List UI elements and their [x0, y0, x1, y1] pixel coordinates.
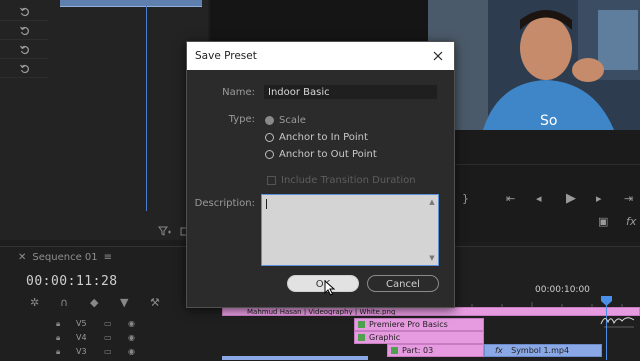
eye-icon[interactable]: ◉ [128, 319, 135, 328]
track-label: V4 [76, 333, 87, 342]
ok-button[interactable]: OK [287, 275, 359, 292]
reset-icon[interactable] [20, 45, 30, 55]
fx-badge-icon [358, 321, 365, 328]
text-caret [266, 199, 267, 209]
close-tab-icon[interactable]: ✕ [18, 252, 26, 263]
sync-icon[interactable]: ▭ [104, 347, 112, 356]
fx-icon: fx [495, 346, 503, 355]
radio-button[interactable] [265, 150, 274, 159]
reset-icon[interactable] [20, 7, 30, 17]
fx-icon[interactable]: fx [626, 215, 636, 228]
go-to-out-icon[interactable]: ⇥ [624, 192, 633, 205]
mark-out-icon[interactable]: } [462, 192, 469, 205]
reset-parameter-row[interactable] [0, 61, 48, 78]
radio-label: Scale [279, 115, 306, 126]
type-option-anchor-out[interactable]: Anchor to Out Point [265, 149, 377, 163]
textarea-scrollbar[interactable]: ▲ ▼ [428, 198, 436, 262]
timeline-clip[interactable]: Mahmud Hasan | Videography | White.png [222, 307, 640, 316]
save-preset-dialog: Save Preset Name: Indoor Basic Type: Sca… [186, 41, 455, 308]
reset-parameter-row[interactable] [0, 42, 48, 59]
dialog-title: Save Preset [195, 50, 257, 62]
lock-icon[interactable]: 🔒︎ [56, 319, 60, 329]
track-header-v5[interactable]: V5 🔒︎ ▭ ◉ [0, 318, 222, 332]
track-label: V5 [76, 319, 87, 328]
clip-label: Graphic [369, 333, 401, 342]
eye-icon[interactable]: ◉ [128, 347, 135, 356]
timeline-clip[interactable]: Graphic [354, 331, 484, 344]
step-back-icon[interactable]: ◂ [536, 192, 542, 205]
clip-label: Mahmud Hasan | Videography | White.png [247, 308, 396, 316]
reset-icon[interactable] [20, 26, 30, 36]
clip-label: Symbol 1.mp4 [511, 346, 570, 355]
timeline-clip-lower[interactable] [222, 356, 368, 360]
description-label: Description: [194, 198, 255, 209]
clip-label: Premiere Pro Basics [369, 320, 448, 329]
type-option-anchor-in[interactable]: Anchor to In Point [265, 132, 368, 146]
cancel-button[interactable]: Cancel [367, 275, 439, 292]
timeline-clip[interactable]: fx Symbol 1.mp4 [484, 344, 602, 357]
track-label: V3 [76, 347, 87, 356]
timeline-clip[interactable]: Part: 03 [387, 344, 484, 357]
track-header-v4[interactable]: V4 🔒︎ ▭ ◉ [0, 332, 222, 346]
close-icon[interactable] [430, 48, 446, 64]
webcam-overlay: So [428, 0, 640, 130]
ruler-timecode: 00:00:10:00 [535, 285, 590, 295]
type-label: Type: [228, 114, 255, 125]
mouse-cursor-icon [324, 279, 336, 299]
program-transport-panel: } ⇤ ◂ ▶ ▸ ⇥ ▣ fx [428, 130, 640, 242]
radio-button[interactable] [265, 133, 274, 142]
radio-button-selected[interactable] [265, 116, 274, 125]
playhead-timecode[interactable]: 00:00:11:28 [26, 274, 118, 289]
sync-icon[interactable]: ▭ [104, 319, 112, 328]
lock-icon[interactable]: 🔒︎ [56, 347, 60, 357]
play-icon[interactable]: ▶ [566, 191, 576, 206]
radio-label: Anchor to In Point [279, 132, 368, 143]
reset-parameter-row[interactable] [0, 4, 48, 21]
snap-icon[interactable]: ✲ [30, 296, 39, 309]
effect-playhead-line [146, 6, 147, 211]
scroll-up-icon[interactable]: ▲ [428, 198, 436, 206]
go-to-in-icon[interactable]: ⇤ [506, 192, 515, 205]
step-forward-icon[interactable]: ▸ [596, 192, 602, 205]
clip-label: Part: 03 [402, 346, 434, 355]
linked-selection-icon[interactable]: ∩ [60, 296, 68, 309]
sync-icon[interactable]: ▭ [104, 333, 112, 342]
watermark-signature [600, 312, 638, 332]
scroll-down-icon[interactable]: ▼ [428, 254, 436, 262]
fx-badge-icon [358, 334, 365, 341]
fx-badge-icon [391, 347, 398, 354]
svg-text:So: So [540, 113, 557, 129]
lock-icon[interactable]: 🔒︎ [56, 333, 60, 343]
preset-name-field[interactable]: Indoor Basic [263, 84, 438, 100]
dialog-titlebar: Save Preset [187, 42, 454, 70]
add-marker-icon[interactable]: ◆ [90, 296, 98, 309]
effect-controls-panel [0, 0, 208, 240]
wrench-icon[interactable]: ⚒ [150, 296, 160, 309]
sequence-tab[interactable]: ✕ Sequence 01 ≡ [18, 252, 112, 263]
sequence-name: Sequence 01 [32, 252, 98, 263]
include-transition-checkbox-row[interactable]: Include Transition Duration [267, 175, 416, 186]
description-textarea[interactable]: ▲ ▼ [261, 194, 439, 266]
menu-icon[interactable]: ≡ [104, 252, 112, 263]
marker-icon[interactable]: ▼ [120, 296, 128, 309]
checkbox[interactable] [267, 176, 276, 185]
checkbox-label: Include Transition Duration [281, 175, 416, 186]
type-option-scale[interactable]: Scale [265, 115, 306, 129]
timeline-clip[interactable]: Premiere Pro Basics [354, 318, 484, 331]
filter-icon[interactable] [158, 226, 172, 239]
presenter-image: So [428, 0, 640, 130]
reset-parameter-row[interactable] [0, 23, 48, 40]
name-label: Name: [222, 87, 255, 98]
effect-clip-bar [60, 0, 202, 7]
track-header-v3[interactable]: V3 🔒︎ ▭ ◉ [0, 346, 222, 360]
divider [428, 164, 640, 165]
eye-icon[interactable]: ◉ [128, 333, 135, 342]
radio-label: Anchor to Out Point [279, 149, 377, 160]
reset-icon[interactable] [20, 64, 30, 74]
export-frame-icon[interactable]: ▣ [598, 215, 608, 228]
